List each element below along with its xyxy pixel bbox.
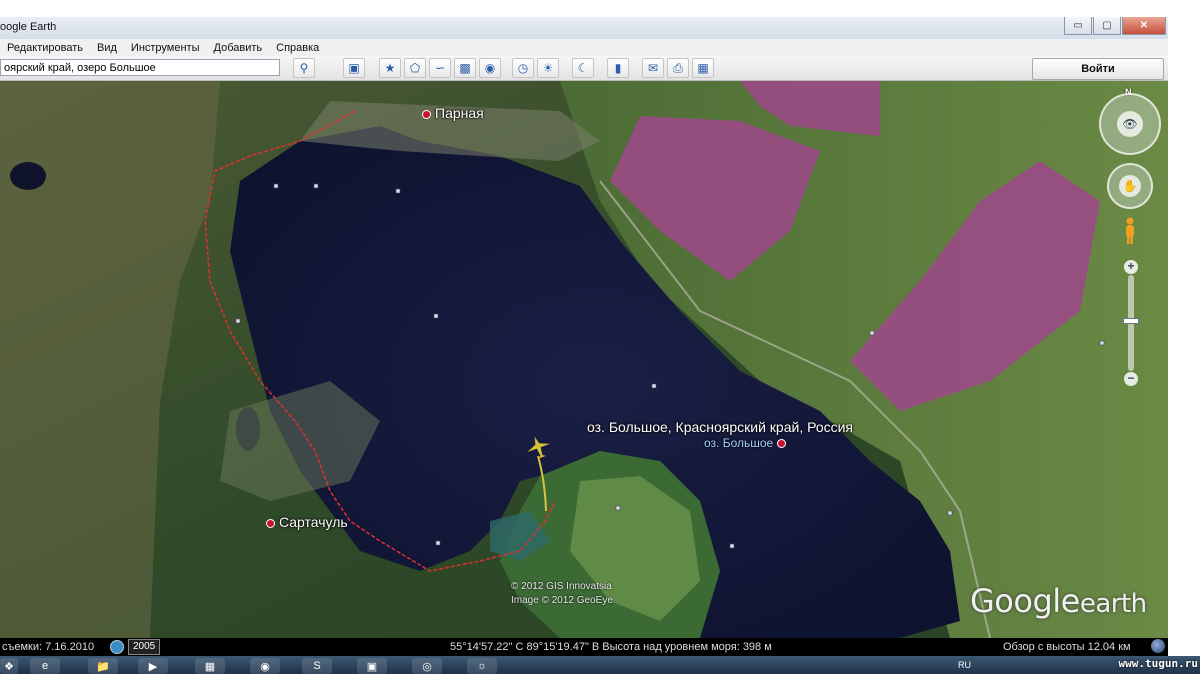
search-input[interactable] bbox=[0, 59, 280, 76]
zoom-out-button[interactable]: − bbox=[1124, 372, 1138, 386]
google-earth-task-icon[interactable]: ☼ bbox=[467, 658, 497, 674]
tour-icon[interactable]: ◉ bbox=[479, 58, 501, 78]
menu-add[interactable]: Добавить bbox=[207, 42, 270, 54]
pegman-icon[interactable] bbox=[1124, 217, 1136, 245]
placemark-pin-icon bbox=[777, 439, 787, 449]
menu-view[interactable]: Вид bbox=[90, 42, 124, 54]
google-earth-logo: Googleearth bbox=[970, 582, 1147, 620]
placemark-icon[interactable]: ★ bbox=[379, 58, 401, 78]
start-icon[interactable]: ❖ bbox=[0, 658, 18, 674]
ruler-icon[interactable]: ▮ bbox=[607, 58, 629, 78]
menu-tools[interactable]: Инструменты bbox=[124, 42, 207, 54]
chrome-icon[interactable]: ◎ bbox=[412, 658, 442, 674]
view-in-maps-icon[interactable]: ▦ bbox=[692, 58, 714, 78]
menu-help[interactable]: Справка bbox=[269, 42, 326, 54]
place-pin-icon bbox=[266, 518, 275, 528]
overlay-icon[interactable]: ▩ bbox=[454, 58, 476, 78]
skype-icon[interactable]: S bbox=[302, 658, 332, 674]
login-button[interactable]: Войти bbox=[1032, 58, 1164, 80]
planets-icon[interactable]: ☾ bbox=[572, 58, 594, 78]
media-player-icon[interactable]: ▶ bbox=[138, 658, 168, 674]
globe-icon bbox=[1151, 639, 1165, 653]
window-controls: ▭ ▢ ✕ bbox=[1063, 17, 1166, 36]
close-button[interactable]: ✕ bbox=[1122, 17, 1166, 35]
history-icon[interactable]: ◷ bbox=[512, 58, 534, 78]
small-lake bbox=[10, 162, 46, 190]
email-icon[interactable]: ✉ bbox=[642, 58, 664, 78]
copyright-geoeye: Image © 2012 GeoEye bbox=[511, 595, 613, 606]
office-icon[interactable]: ▦ bbox=[195, 658, 225, 674]
place-label-sartachul[interactable]: Сартачуль bbox=[266, 514, 348, 530]
status-bar: съемки: 7.16.2010 2005 55°14'57.22" С 89… bbox=[0, 638, 1168, 656]
menu-bar: Редактировать Вид Инструменты Добавить С… bbox=[0, 39, 1168, 56]
watermark: www.tugun.ru bbox=[1118, 657, 1198, 670]
window-titlebar: oogle Earth ▭ ▢ ✕ bbox=[0, 17, 1168, 40]
app-green-icon[interactable]: ◉ bbox=[250, 658, 280, 674]
zoom-in-button[interactable]: + bbox=[1124, 260, 1138, 274]
look-control[interactable]: 👁 bbox=[1099, 93, 1161, 155]
language-indicator[interactable]: RU bbox=[958, 660, 971, 670]
explorer-icon[interactable]: ▣ bbox=[357, 658, 387, 674]
historical-imagery-icon[interactable] bbox=[110, 640, 124, 654]
search-result-placemark[interactable]: оз. Большое bbox=[704, 436, 790, 450]
copyright-gis: © 2012 GIS Innovatsia bbox=[511, 581, 612, 592]
place-pin-icon bbox=[422, 109, 431, 119]
hand-icon: ✋ bbox=[1119, 175, 1141, 197]
zoom-slider-thumb[interactable] bbox=[1123, 318, 1139, 324]
minimize-button[interactable]: ▭ bbox=[1064, 17, 1092, 35]
polygon-icon[interactable]: ⬠ bbox=[404, 58, 426, 78]
sidebar-icon[interactable]: ▣ bbox=[343, 58, 365, 78]
toolbar: ⚲ ▣ ★ ⬠ ∽ ▩ ◉ ◷ ☀ ☾ ▮ ✉ ⎙ ▦ Войти bbox=[0, 56, 1168, 81]
eye-altitude: Обзор с высоты 12.04 км bbox=[1003, 641, 1131, 653]
internet-explorer-icon[interactable]: e bbox=[30, 658, 60, 674]
search-result-title[interactable]: оз. Большое, Красноярский край, Россия bbox=[587, 419, 853, 435]
search-icon[interactable]: ⚲ bbox=[293, 58, 315, 78]
windows-taskbar: ❖ e 📁 ▶ ▦ ◉ S ▣ ◎ ☼ bbox=[0, 656, 1200, 674]
imagery-date: съемки: 7.16.2010 bbox=[2, 641, 95, 653]
sun-icon[interactable]: ☀ bbox=[537, 58, 559, 78]
satellite-imagery bbox=[0, 81, 1168, 638]
move-control[interactable]: ✋ bbox=[1107, 163, 1153, 209]
print-icon[interactable]: ⎙ bbox=[667, 58, 689, 78]
maximize-button[interactable]: ▢ bbox=[1093, 17, 1121, 35]
folder-icon[interactable]: 📁 bbox=[88, 658, 118, 674]
eye-icon: 👁 bbox=[1117, 111, 1143, 137]
window-title: oogle Earth bbox=[0, 21, 57, 33]
year-badge[interactable]: 2005 bbox=[128, 639, 161, 655]
map-view[interactable]: Парная Сартачуль оз. Большое, Красноярск… bbox=[0, 81, 1168, 638]
coordinates-readout: 55°14'57.22" С 89°15'19.47" В Высота над… bbox=[450, 641, 772, 653]
place-label-parnaya[interactable]: Парная bbox=[422, 105, 484, 121]
path-icon[interactable]: ∽ bbox=[429, 58, 451, 78]
menu-edit[interactable]: Редактировать bbox=[0, 42, 90, 54]
